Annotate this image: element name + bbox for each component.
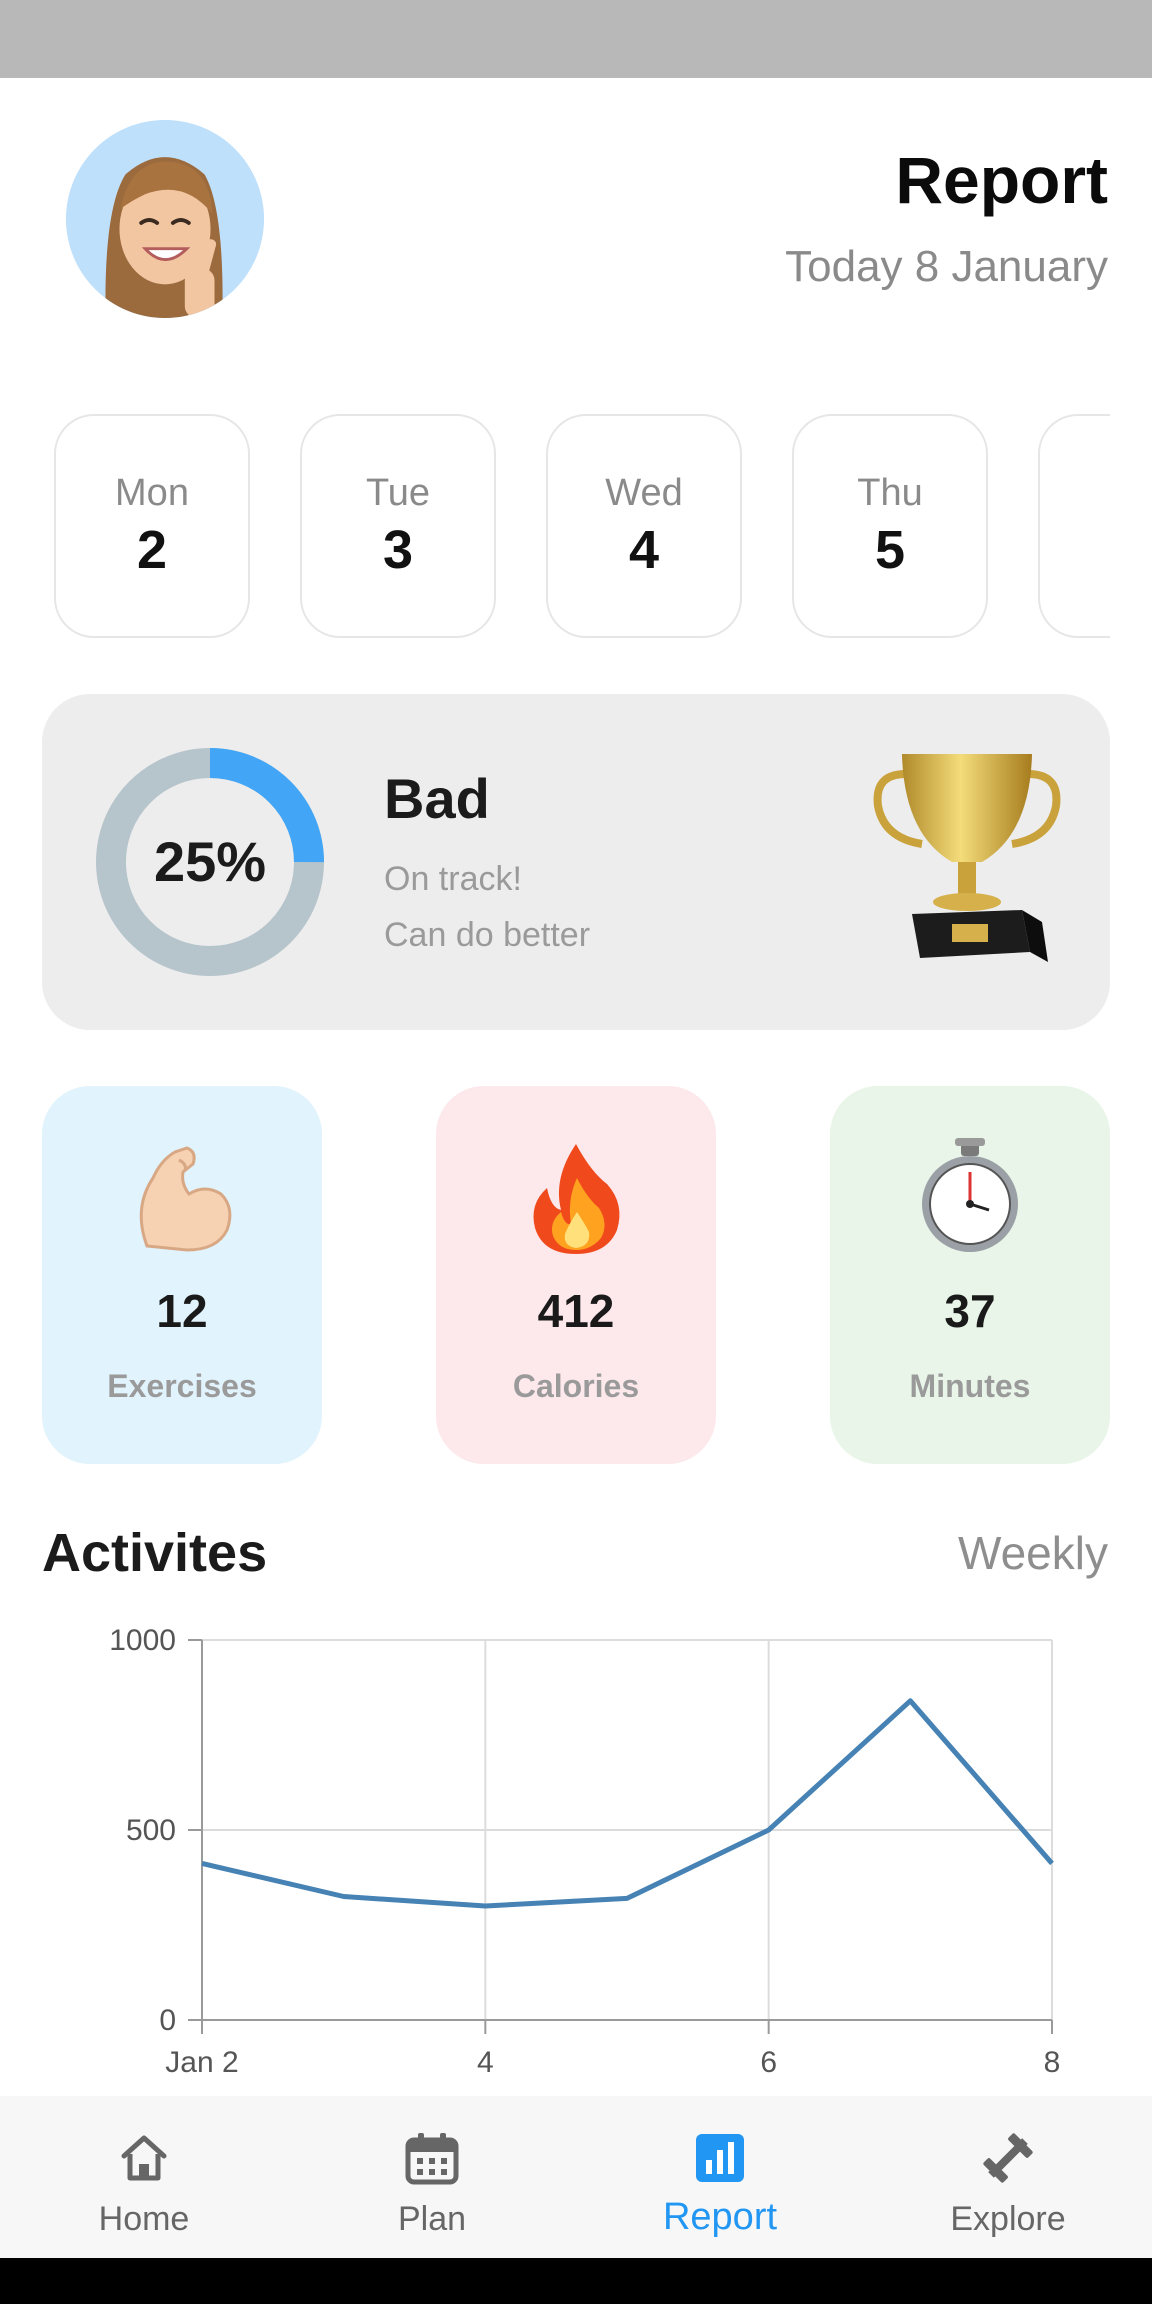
nav-plan-label: Plan <box>397 2200 467 2238</box>
day-selector[interactable]: Mon 2 Tue 3 Wed 4 Thu 5 <box>54 414 1110 638</box>
dumbbell-icon <box>983 2133 1033 2183</box>
trophy-icon <box>873 754 1061 962</box>
day-number: 4 <box>628 520 660 580</box>
activities-title: Activites <box>42 1523 268 1583</box>
day-chip[interactable]: Thu 5 <box>792 414 988 638</box>
calories-label: Calories <box>512 1368 640 1404</box>
nav-report[interactable]: Report <box>576 2096 864 2258</box>
system-navigation-bar <box>0 2258 1152 2304</box>
y-tick-label: 0 <box>159 2004 176 2037</box>
score-card: 25% Bad On track! Can do better <box>42 694 1110 1030</box>
nav-report-label: Report <box>662 2196 778 2238</box>
nav-home-label: Home <box>98 2200 190 2238</box>
flexed-biceps-icon <box>139 1146 232 1252</box>
bottom-nav: Home Plan Report Explore <box>0 2096 1152 2258</box>
x-tick-label: 8 <box>1044 2046 1061 2079</box>
date-subtitle: Today 8 January <box>785 242 1108 291</box>
minutes-value: 37 <box>944 1285 996 1337</box>
avatar[interactable] <box>66 120 264 318</box>
day-chip-partial[interactable] <box>1038 414 1110 638</box>
activity-chart: 0 500 1000 Jan 2 4 6 8 <box>109 1624 1060 2079</box>
day-chip[interactable]: Wed 4 <box>546 414 742 638</box>
day-name: Thu <box>857 472 923 514</box>
chart-tick-labels: 0 500 1000 Jan 2 4 6 8 <box>109 1624 1060 2079</box>
status-bar <box>0 0 1152 78</box>
score-hint: Can do better <box>384 916 591 954</box>
avatar-memoji-icon <box>66 120 264 318</box>
y-tick-label: 1000 <box>109 1624 176 1657</box>
stat-card-calories[interactable]: 412 Calories <box>436 1086 716 1464</box>
stat-card-minutes[interactable]: 37 Minutes <box>830 1086 1110 1464</box>
minutes-label: Minutes <box>909 1368 1031 1404</box>
day-number: 3 <box>382 520 414 580</box>
chart-series <box>201 1698 1054 1909</box>
stat-card-exercises[interactable]: 12 Exercises <box>42 1086 322 1464</box>
bar-chart-icon <box>696 2134 744 2182</box>
nav-explore[interactable]: Explore <box>864 2096 1152 2258</box>
score-message: On track! <box>384 860 522 898</box>
exercises-value: 12 <box>156 1285 208 1337</box>
day-name: Mon <box>115 472 189 514</box>
nav-plan[interactable]: Plan <box>288 2096 576 2258</box>
score-title: Bad <box>384 767 490 830</box>
x-tick-label: Jan 2 <box>165 2046 238 2079</box>
home-icon <box>121 2135 167 2181</box>
calendar-icon <box>405 2133 459 2185</box>
calories-value: 412 <box>537 1285 615 1337</box>
y-tick-label: 500 <box>126 1814 176 1847</box>
nav-explore-label: Explore <box>950 2200 1066 2238</box>
day-number: 2 <box>136 520 168 580</box>
day-name: Wed <box>605 472 683 514</box>
x-tick-label: 4 <box>477 2046 494 2079</box>
fire-icon <box>533 1144 620 1254</box>
nav-home[interactable]: Home <box>0 2096 288 2258</box>
series-line <box>201 1698 1054 1909</box>
chart-axes <box>188 1639 1053 2034</box>
day-chip[interactable]: Tue 3 <box>300 414 496 638</box>
x-tick-label: 6 <box>760 2046 777 2079</box>
period-filter[interactable]: Weekly <box>958 1526 1108 1580</box>
progress-percent: 25% <box>153 830 267 893</box>
day-number: 5 <box>874 520 906 580</box>
chart-grid <box>201 1639 1053 2021</box>
stopwatch-icon <box>922 1138 1018 1252</box>
exercises-label: Exercises <box>107 1368 257 1404</box>
page-title: Report <box>895 143 1108 217</box>
day-name: Tue <box>365 472 431 514</box>
day-chip[interactable]: Mon 2 <box>54 414 250 638</box>
